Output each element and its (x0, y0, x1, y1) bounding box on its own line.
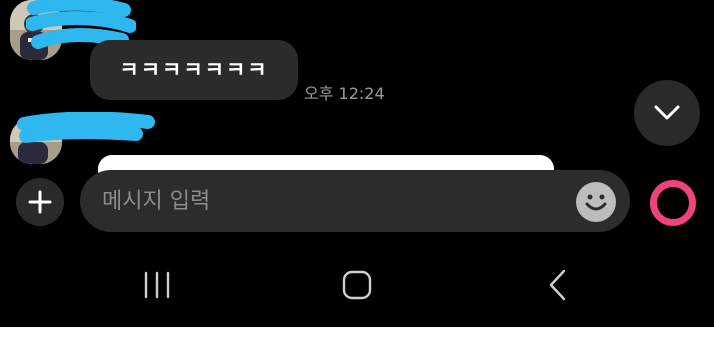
message-input[interactable] (102, 170, 572, 232)
chevron-down-icon (654, 105, 680, 120)
back-icon[interactable] (546, 267, 570, 303)
home-icon[interactable] (340, 267, 374, 303)
chat-screen: ㅋㅋㅋㅋㅋㅋㅋ 오후 12:24 (0, 0, 714, 327)
message-bubble[interactable]: ㅋㅋㅋㅋㅋㅋㅋ (90, 40, 298, 100)
smiley-icon (585, 194, 607, 211)
mic-ring-icon[interactable] (650, 180, 696, 226)
system-navigation-bar (0, 245, 714, 327)
recent-apps-icon[interactable] (142, 267, 172, 303)
message-timestamp: 오후 12:24 (304, 84, 385, 103)
message-input-container (80, 170, 630, 232)
message-text: ㅋㅋㅋㅋㅋㅋㅋ (119, 58, 269, 82)
attach-button[interactable] (16, 178, 64, 226)
redaction-scribble (17, 112, 155, 143)
plus-icon (28, 190, 52, 214)
emoji-button[interactable] (576, 182, 616, 222)
scroll-to-bottom-button[interactable] (634, 80, 700, 146)
